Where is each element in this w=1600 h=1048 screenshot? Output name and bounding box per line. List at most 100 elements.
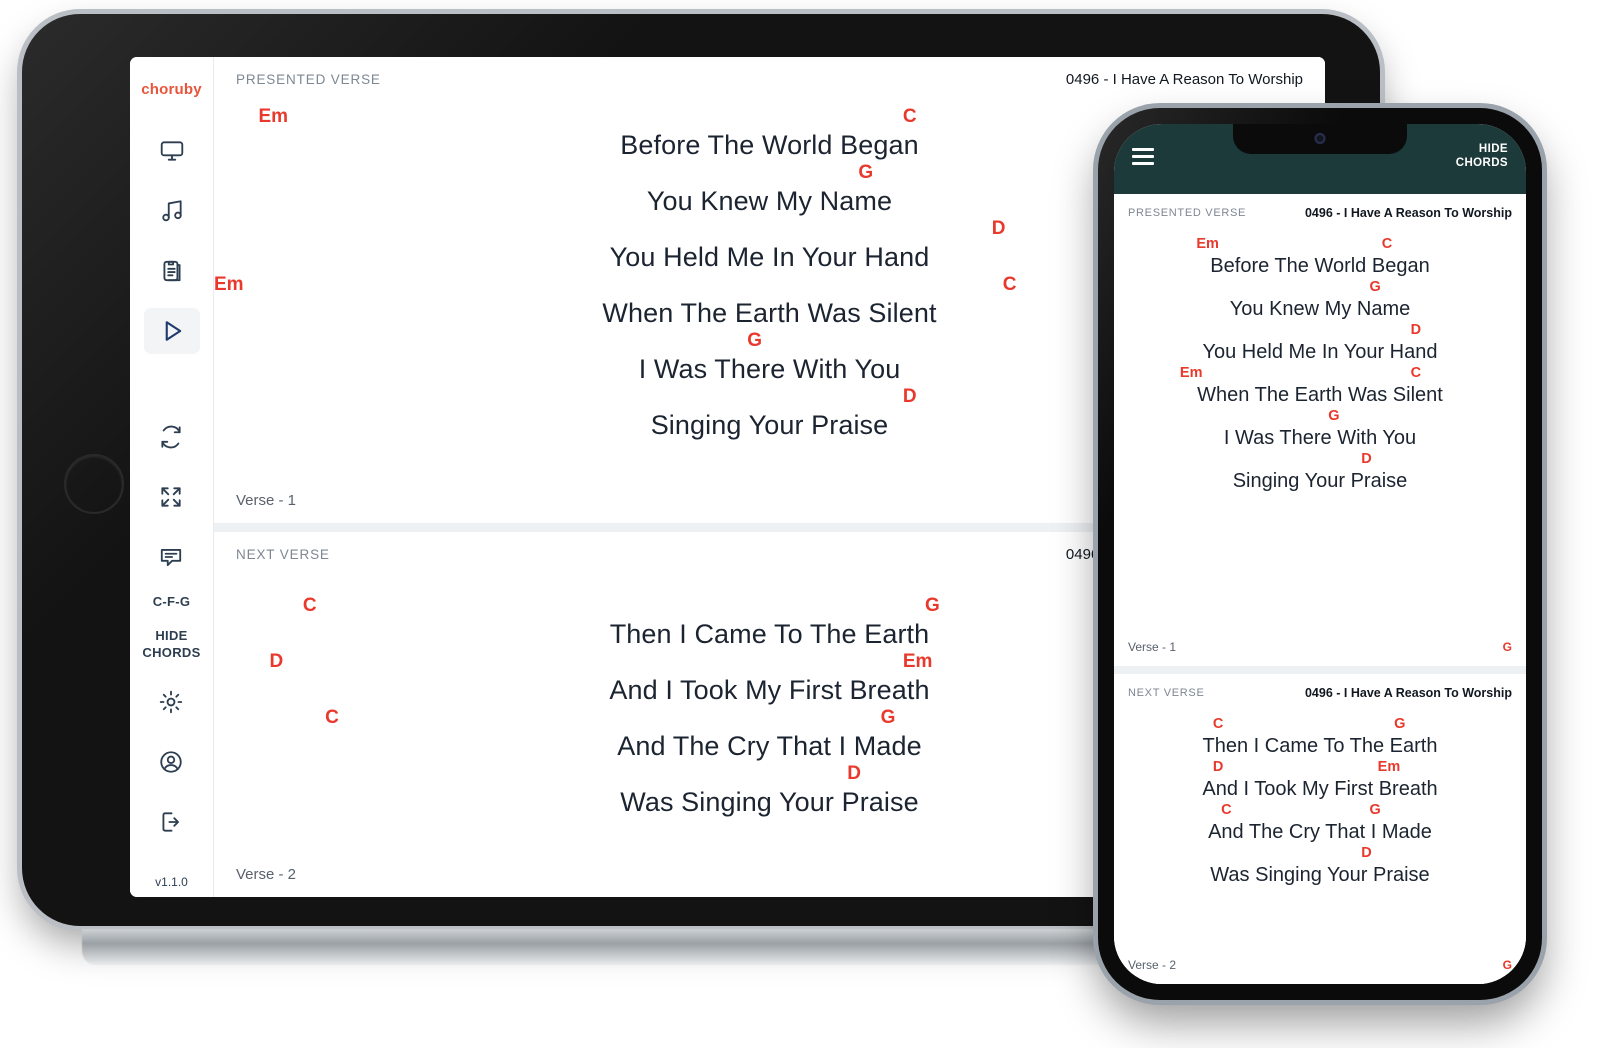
fullscreen-icon	[158, 484, 184, 510]
sidebar-item-settings[interactable]	[143, 679, 199, 725]
chord-label: G	[1328, 408, 1340, 424]
lyric-line: Em C Before The World Began	[1114, 236, 1526, 279]
chord-label: Em	[258, 106, 289, 127]
sidebar-item-sync[interactable]	[143, 414, 199, 460]
tablet-home-button[interactable]	[64, 454, 124, 514]
lyric-line: D Singing Your Praise	[1114, 451, 1526, 494]
chord-label: Em	[1196, 236, 1219, 252]
phone-content: PRESENTED VERSE 0496 - I Have A Reason T…	[1114, 194, 1526, 984]
phone-presented-verse-label: PRESENTED VERSE	[1128, 207, 1247, 219]
chord-label: D	[269, 651, 284, 672]
presented-verse-header: PRESENTED VERSE 0496 - I Have A Reason T…	[214, 57, 1325, 88]
sidebar-item-present[interactable]	[143, 308, 200, 354]
chord-label: D	[1410, 322, 1422, 338]
phone-presented-verse-key: G	[1502, 640, 1512, 654]
sidebar-item-songs[interactable]	[144, 188, 200, 234]
next-verse-footer-label: Verse - 2	[236, 866, 297, 883]
phone-notch	[1233, 124, 1407, 154]
monitor-icon	[159, 138, 185, 164]
phone-next-verse-header: NEXT VERSE 0496 - I Have A Reason To Wor…	[1114, 674, 1526, 700]
lyric-line: C G Then I Came To The Earth	[1114, 716, 1526, 759]
transpose-button[interactable]: C-F-G	[153, 594, 191, 610]
chord-row: Em C	[1114, 236, 1526, 253]
chord-label: G	[1369, 279, 1381, 295]
sidebar-item-logout[interactable]	[143, 799, 199, 845]
chord-row: D	[1114, 451, 1526, 468]
chord-label: G	[1394, 716, 1406, 732]
hamburger-bar	[1132, 154, 1154, 158]
lyric-text: Before The World Began	[1210, 255, 1430, 277]
chord-row: D	[1114, 845, 1526, 862]
sidebar-nav-top	[143, 128, 200, 354]
phone-presented-verse-footer-label: Verse - 1	[1128, 640, 1177, 654]
lyric-text: When The Earth Was Silent	[1197, 384, 1443, 406]
lyric-text: And I Took My First Breath	[1202, 778, 1438, 800]
lyric-line: D You Held Me In Your Hand	[1114, 322, 1526, 365]
hide-chords-label-line2: CHORDS	[142, 644, 201, 660]
sidebar-item-account[interactable]	[143, 739, 199, 785]
play-icon	[158, 317, 186, 345]
hide-chords-button[interactable]: HIDE CHORDS	[142, 624, 200, 665]
presented-verse-label: PRESENTED VERSE	[236, 72, 381, 87]
phone-next-verse-key: G	[1502, 958, 1512, 972]
chord-label: G	[880, 707, 896, 728]
sidebar-item-messages[interactable]	[143, 534, 199, 580]
chord-label: Em	[902, 651, 933, 672]
chord-row: D	[1114, 322, 1526, 339]
chord-label: C	[1381, 236, 1393, 252]
phone-presented-verse-footer: Verse - 1 G	[1114, 640, 1526, 666]
chord-label: C	[1221, 802, 1232, 818]
chord-row: D Em	[1114, 759, 1526, 776]
clipboard-list-icon	[159, 258, 185, 284]
phone-hide-chords-line1: HIDE	[1478, 142, 1508, 155]
chord-label: C	[1002, 274, 1017, 295]
chord-label: Em	[214, 274, 244, 295]
sidebar-nav-mid: C-F-G HIDE CHORDS	[142, 414, 200, 845]
phone-next-verse-lyrics: C G Then I Came To The Earth D Em And I Took …	[1114, 700, 1526, 958]
sidebar: choruby C-F-G HIDE CHORDS v1.1.0	[130, 57, 214, 897]
chord-label: D	[1361, 451, 1372, 467]
phone-presented-verse-song-title: 0496 - I Have A Reason To Worship	[1304, 206, 1512, 220]
chord-label: G	[747, 330, 763, 351]
presented-verse-footer-label: Verse - 1	[236, 492, 297, 509]
lyric-line: G I Was There With You	[1114, 408, 1526, 451]
phone-hide-chords-line2: CHORDS	[1455, 157, 1508, 169]
next-verse-label: NEXT VERSE	[236, 547, 330, 562]
lyric-line: C G And The Cry That I Made	[1114, 802, 1526, 845]
account-circle-icon	[158, 749, 184, 775]
sidebar-item-fullscreen[interactable]	[143, 474, 199, 520]
hamburger-menu-icon[interactable]	[1132, 147, 1154, 165]
logout-icon	[158, 809, 184, 835]
hamburger-bar	[1132, 147, 1154, 151]
music-note-icon	[159, 198, 185, 224]
chat-icon	[158, 544, 184, 570]
sidebar-item-display[interactable]	[144, 128, 200, 174]
phone-presented-verse-panel: PRESENTED VERSE 0496 - I Have A Reason T…	[1114, 194, 1526, 666]
front-camera-icon	[1314, 133, 1326, 144]
phone-next-verse-footer: Verse - 2 G	[1114, 958, 1526, 984]
chord-label: C	[1410, 365, 1422, 381]
chord-row: CG	[1114, 802, 1526, 819]
chord-label: D	[847, 763, 861, 784]
chord-label: Em	[1179, 365, 1203, 381]
chord-label: D	[1361, 845, 1372, 861]
chord-label: C	[902, 106, 917, 127]
chord-label: G	[858, 162, 874, 183]
phone-presented-verse-header: PRESENTED VERSE 0496 - I Have A Reason T…	[1114, 194, 1526, 220]
phone-hide-chords-button[interactable]: HIDE CHORDS	[1456, 142, 1508, 171]
chord-label: G	[1369, 802, 1381, 818]
phone-device: HIDE CHORDS PRESENTED VERSE 0496 - I Hav…	[1098, 108, 1542, 1000]
hamburger-bar	[1132, 161, 1154, 165]
lyric-text: Was Singing Your Praise	[1210, 864, 1430, 886]
phone-topbar: HIDE CHORDS	[1114, 124, 1526, 194]
phone-next-verse-label: NEXT VERSE	[1128, 687, 1205, 699]
sidebar-item-setlist[interactable]	[144, 248, 200, 294]
lyric-line: Em C When The Earth Was Silent	[1114, 365, 1526, 408]
chord-label: Em	[1377, 759, 1401, 775]
gear-icon	[158, 689, 184, 715]
phone-next-verse-panel[interactable]: NEXT VERSE 0496 - I Have A Reason To Wor…	[1114, 674, 1526, 984]
presented-verse-song-title: 0496 - I Have A Reason To Worship	[1065, 71, 1303, 88]
screenshot-stage: choruby C-F-G HIDE CHORDS v1.1.0 PRESENT…	[0, 0, 1600, 1048]
lyric-text: I Was There With You	[1223, 427, 1417, 449]
chord-label: D	[1212, 759, 1224, 775]
